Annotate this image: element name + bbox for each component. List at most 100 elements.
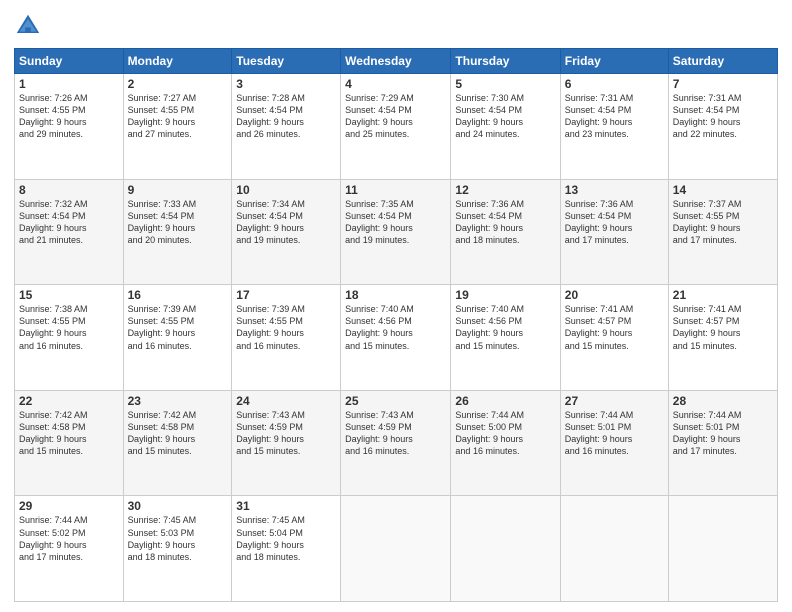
day-info: Sunrise: 7:44 AMSunset: 5:01 PMDaylight:…: [565, 409, 664, 458]
calendar-cell: 3Sunrise: 7:28 AMSunset: 4:54 PMDaylight…: [232, 74, 341, 180]
page-header: [14, 12, 778, 40]
day-info: Sunrise: 7:26 AMSunset: 4:55 PMDaylight:…: [19, 92, 119, 141]
calendar-table: SundayMondayTuesdayWednesdayThursdayFrid…: [14, 48, 778, 602]
day-number: 20: [565, 288, 664, 302]
day-number: 18: [345, 288, 446, 302]
calendar-cell: 27Sunrise: 7:44 AMSunset: 5:01 PMDayligh…: [560, 390, 668, 496]
day-number: 27: [565, 394, 664, 408]
day-info: Sunrise: 7:30 AMSunset: 4:54 PMDaylight:…: [455, 92, 555, 141]
day-number: 26: [455, 394, 555, 408]
calendar-cell: 25Sunrise: 7:43 AMSunset: 4:59 PMDayligh…: [341, 390, 451, 496]
calendar-week-row: 22 Sunrise: 7:42 AMSunset: 4:58 PMDayligh…: [15, 390, 778, 496]
day-of-week-header: Friday: [560, 49, 668, 74]
calendar-cell: 2Sunrise: 7:27 AMSunset: 4:55 PMDaylight…: [123, 74, 232, 180]
day-of-week-header: Tuesday: [232, 49, 341, 74]
page-container: SundayMondayTuesdayWednesdayThursdayFrid…: [0, 0, 792, 612]
calendar-cell: 16Sunrise: 7:39 AMSunset: 4:55 PMDayligh…: [123, 285, 232, 391]
day-number: 2: [128, 77, 228, 91]
calendar-cell: [341, 496, 451, 602]
calendar-cell: 19Sunrise: 7:40 AMSunset: 4:56 PMDayligh…: [451, 285, 560, 391]
calendar-header-row: SundayMondayTuesdayWednesdayThursdayFrid…: [15, 49, 778, 74]
day-number: 17: [236, 288, 336, 302]
day-info: Sunrise: 7:43 AMSunset: 4:59 PMDaylight:…: [236, 409, 336, 458]
calendar-cell: 1Sunrise: 7:26 AMSunset: 4:55 PMDaylight…: [15, 74, 124, 180]
day-number: 5: [455, 77, 555, 91]
calendar-cell: 6Sunrise: 7:31 AMSunset: 4:54 PMDaylight…: [560, 74, 668, 180]
calendar-cell: 22Sunrise: 7:42 AMSunset: 4:58 PMDayligh…: [15, 390, 124, 496]
calendar-cell: 7Sunrise: 7:31 AMSunset: 4:54 PMDaylight…: [668, 74, 777, 180]
day-number: 25: [345, 394, 446, 408]
day-info: Sunrise: 7:40 AMSunset: 4:56 PMDaylight:…: [455, 303, 555, 352]
day-info: Sunrise: 7:39 AMSunset: 4:55 PMDaylight:…: [128, 303, 228, 352]
day-info: Sunrise: 7:41 AMSunset: 4:57 PMDaylight:…: [673, 303, 773, 352]
day-number: 1: [19, 77, 119, 91]
calendar-cell: 15Sunrise: 7:38 AMSunset: 4:55 PMDayligh…: [15, 285, 124, 391]
calendar-cell: 13Sunrise: 7:36 AMSunset: 4:54 PMDayligh…: [560, 179, 668, 285]
calendar-cell: 9Sunrise: 7:33 AMSunset: 4:54 PMDaylight…: [123, 179, 232, 285]
calendar-cell: 17Sunrise: 7:39 AMSunset: 4:55 PMDayligh…: [232, 285, 341, 391]
day-info: Sunrise: 7:42 AMSunset: 4:58 PMDaylight:…: [128, 409, 228, 458]
calendar-cell: 10Sunrise: 7:34 AMSunset: 4:54 PMDayligh…: [232, 179, 341, 285]
calendar-cell: 4Sunrise: 7:29 AMSunset: 4:54 PMDaylight…: [341, 74, 451, 180]
day-number: 24: [236, 394, 336, 408]
day-info: Sunrise: 7:40 AMSunset: 4:56 PMDaylight:…: [345, 303, 446, 352]
calendar-cell: [560, 496, 668, 602]
day-number: 14: [673, 183, 773, 197]
calendar-cell: 29Sunrise: 7:44 AMSunset: 5:02 PMDayligh…: [15, 496, 124, 602]
day-number: 3: [236, 77, 336, 91]
calendar-cell: 12Sunrise: 7:36 AMSunset: 4:54 PMDayligh…: [451, 179, 560, 285]
calendar-cell: 18Sunrise: 7:40 AMSunset: 4:56 PMDayligh…: [341, 285, 451, 391]
calendar-cell: 30Sunrise: 7:45 AMSunset: 5:03 PMDayligh…: [123, 496, 232, 602]
day-info: Sunrise: 7:38 AMSunset: 4:55 PMDaylight:…: [19, 303, 119, 352]
day-number: 30: [128, 499, 228, 513]
day-number: 19: [455, 288, 555, 302]
day-number: 31: [236, 499, 336, 513]
calendar-cell: 14Sunrise: 7:37 AMSunset: 4:55 PMDayligh…: [668, 179, 777, 285]
day-info: Sunrise: 7:28 AMSunset: 4:54 PMDaylight:…: [236, 92, 336, 141]
day-info: Sunrise: 7:37 AMSunset: 4:55 PMDaylight:…: [673, 198, 773, 247]
day-number: 4: [345, 77, 446, 91]
calendar-cell: 8Sunrise: 7:32 AMSunset: 4:54 PMDaylight…: [15, 179, 124, 285]
day-number: 16: [128, 288, 228, 302]
day-info: Sunrise: 7:39 AMSunset: 4:55 PMDaylight:…: [236, 303, 336, 352]
day-number: 21: [673, 288, 773, 302]
day-number: 7: [673, 77, 773, 91]
day-info: Sunrise: 7:44 AMSunset: 5:02 PMDaylight:…: [19, 514, 119, 563]
day-number: 23: [128, 394, 228, 408]
calendar-cell: [668, 496, 777, 602]
day-info: Sunrise: 7:32 AMSunset: 4:54 PMDaylight:…: [19, 198, 119, 247]
day-info: Sunrise: 7:29 AMSunset: 4:54 PMDaylight:…: [345, 92, 446, 141]
day-info: Sunrise: 7:36 AMSunset: 4:54 PMDaylight:…: [455, 198, 555, 247]
calendar-cell: 28Sunrise: 7:44 AMSunset: 5:01 PMDayligh…: [668, 390, 777, 496]
logo-icon: [14, 12, 42, 40]
day-number: 11: [345, 183, 446, 197]
calendar-cell: [451, 496, 560, 602]
day-number: 9: [128, 183, 228, 197]
calendar-cell: 23Sunrise: 7:42 AMSunset: 4:58 PMDayligh…: [123, 390, 232, 496]
day-number: 28: [673, 394, 773, 408]
day-info: Sunrise: 7:34 AMSunset: 4:54 PMDaylight:…: [236, 198, 336, 247]
day-info: Sunrise: 7:44 AMSunset: 5:01 PMDaylight:…: [673, 409, 773, 458]
calendar-week-row: 15Sunrise: 7:38 AMSunset: 4:55 PMDayligh…: [15, 285, 778, 391]
day-of-week-header: Saturday: [668, 49, 777, 74]
day-info: Sunrise: 7:41 AMSunset: 4:57 PMDaylight:…: [565, 303, 664, 352]
day-of-week-header: Sunday: [15, 49, 124, 74]
day-number: 29: [19, 499, 119, 513]
day-info: Sunrise: 7:45 AMSunset: 5:03 PMDaylight:…: [128, 514, 228, 563]
day-info: Sunrise: 7:33 AMSunset: 4:54 PMDaylight:…: [128, 198, 228, 247]
day-info: Sunrise: 7:45 AMSunset: 5:04 PMDaylight:…: [236, 514, 336, 563]
calendar-cell: 5Sunrise: 7:30 AMSunset: 4:54 PMDaylight…: [451, 74, 560, 180]
day-info: Sunrise: 7:35 AMSunset: 4:54 PMDaylight:…: [345, 198, 446, 247]
day-info: Sunrise: 7:44 AMSunset: 5:00 PMDaylight:…: [455, 409, 555, 458]
logo: [14, 12, 46, 40]
day-info: Sunrise: 7:31 AMSunset: 4:54 PMDaylight:…: [673, 92, 773, 141]
calendar-week-row: 1Sunrise: 7:26 AMSunset: 4:55 PMDaylight…: [15, 74, 778, 180]
calendar-cell: 11Sunrise: 7:35 AMSunset: 4:54 PMDayligh…: [341, 179, 451, 285]
day-number: 8: [19, 183, 119, 197]
day-info: Sunrise: 7:27 AMSunset: 4:55 PMDaylight:…: [128, 92, 228, 141]
day-number: 10: [236, 183, 336, 197]
day-number: 22: [19, 394, 119, 408]
day-info: Sunrise: 7:31 AMSunset: 4:54 PMDaylight:…: [565, 92, 664, 141]
day-info: Sunrise: 7:43 AMSunset: 4:59 PMDaylight:…: [345, 409, 446, 458]
day-number: 12: [455, 183, 555, 197]
